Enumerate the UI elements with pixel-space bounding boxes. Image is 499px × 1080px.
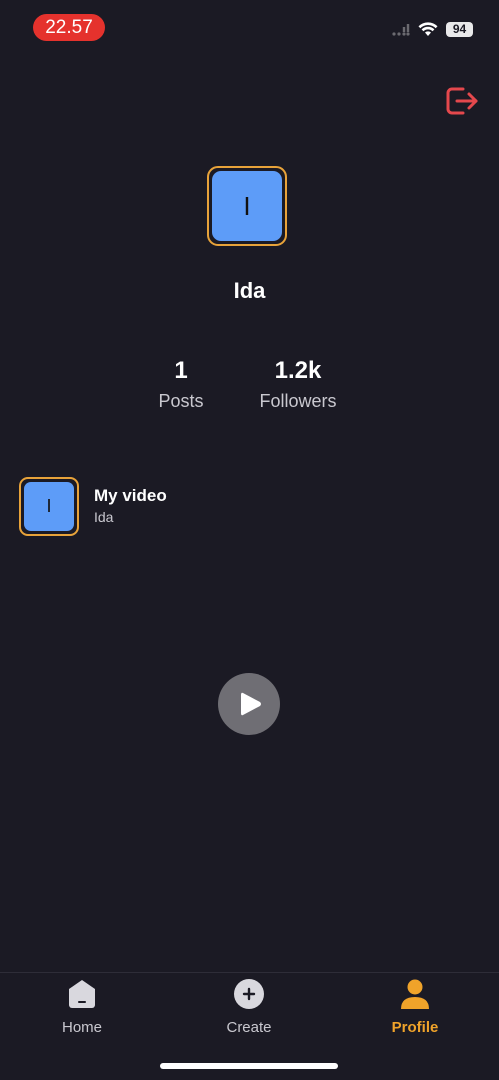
video-author: Ida xyxy=(94,509,114,525)
profile-avatar-initial: I xyxy=(212,171,282,241)
cellular-signal-icon xyxy=(392,23,410,36)
video-avatar: I xyxy=(19,476,79,536)
home-indicator xyxy=(160,1063,338,1069)
profile-screen: 22.57 94 I Ida 1 Posts 1.2k Followers I … xyxy=(0,0,499,1080)
video-list-item[interactable]: I My video Ida xyxy=(19,476,167,536)
video-title: My video xyxy=(94,486,167,505)
play-button[interactable] xyxy=(218,673,280,735)
nav-home-label: Home xyxy=(61,1019,102,1036)
status-icons: 94 xyxy=(392,22,473,37)
stat-followers-value: 1.2k xyxy=(274,357,322,384)
stat-posts: 1 Posts xyxy=(141,356,221,416)
nav-profile-label: Profile xyxy=(391,1019,439,1036)
profile-avatar[interactable]: I xyxy=(207,166,287,246)
nav-create-label: Create xyxy=(226,1019,272,1036)
wifi-icon xyxy=(418,22,438,36)
video-avatar-initial: I xyxy=(24,481,74,531)
stat-posts-value: 1 xyxy=(174,357,188,384)
nav-create[interactable]: Create xyxy=(194,977,304,1036)
stat-followers-label: Followers xyxy=(259,391,337,411)
plus-icon xyxy=(232,977,266,1011)
stat-followers: 1.2k Followers xyxy=(248,356,348,416)
stat-posts-label: Posts xyxy=(158,391,204,411)
status-time: 22.57 xyxy=(33,14,105,41)
video-text: My video Ida xyxy=(94,485,167,527)
logout-icon xyxy=(446,87,478,115)
logout-button[interactable] xyxy=(444,84,480,118)
nav-home[interactable]: Home xyxy=(27,977,137,1036)
battery-indicator: 94 xyxy=(446,22,473,37)
nav-profile[interactable]: Profile xyxy=(360,977,470,1036)
home-icon xyxy=(65,977,99,1011)
play-icon xyxy=(241,692,261,716)
profile-name: Ida xyxy=(233,278,266,303)
person-icon xyxy=(398,977,432,1011)
